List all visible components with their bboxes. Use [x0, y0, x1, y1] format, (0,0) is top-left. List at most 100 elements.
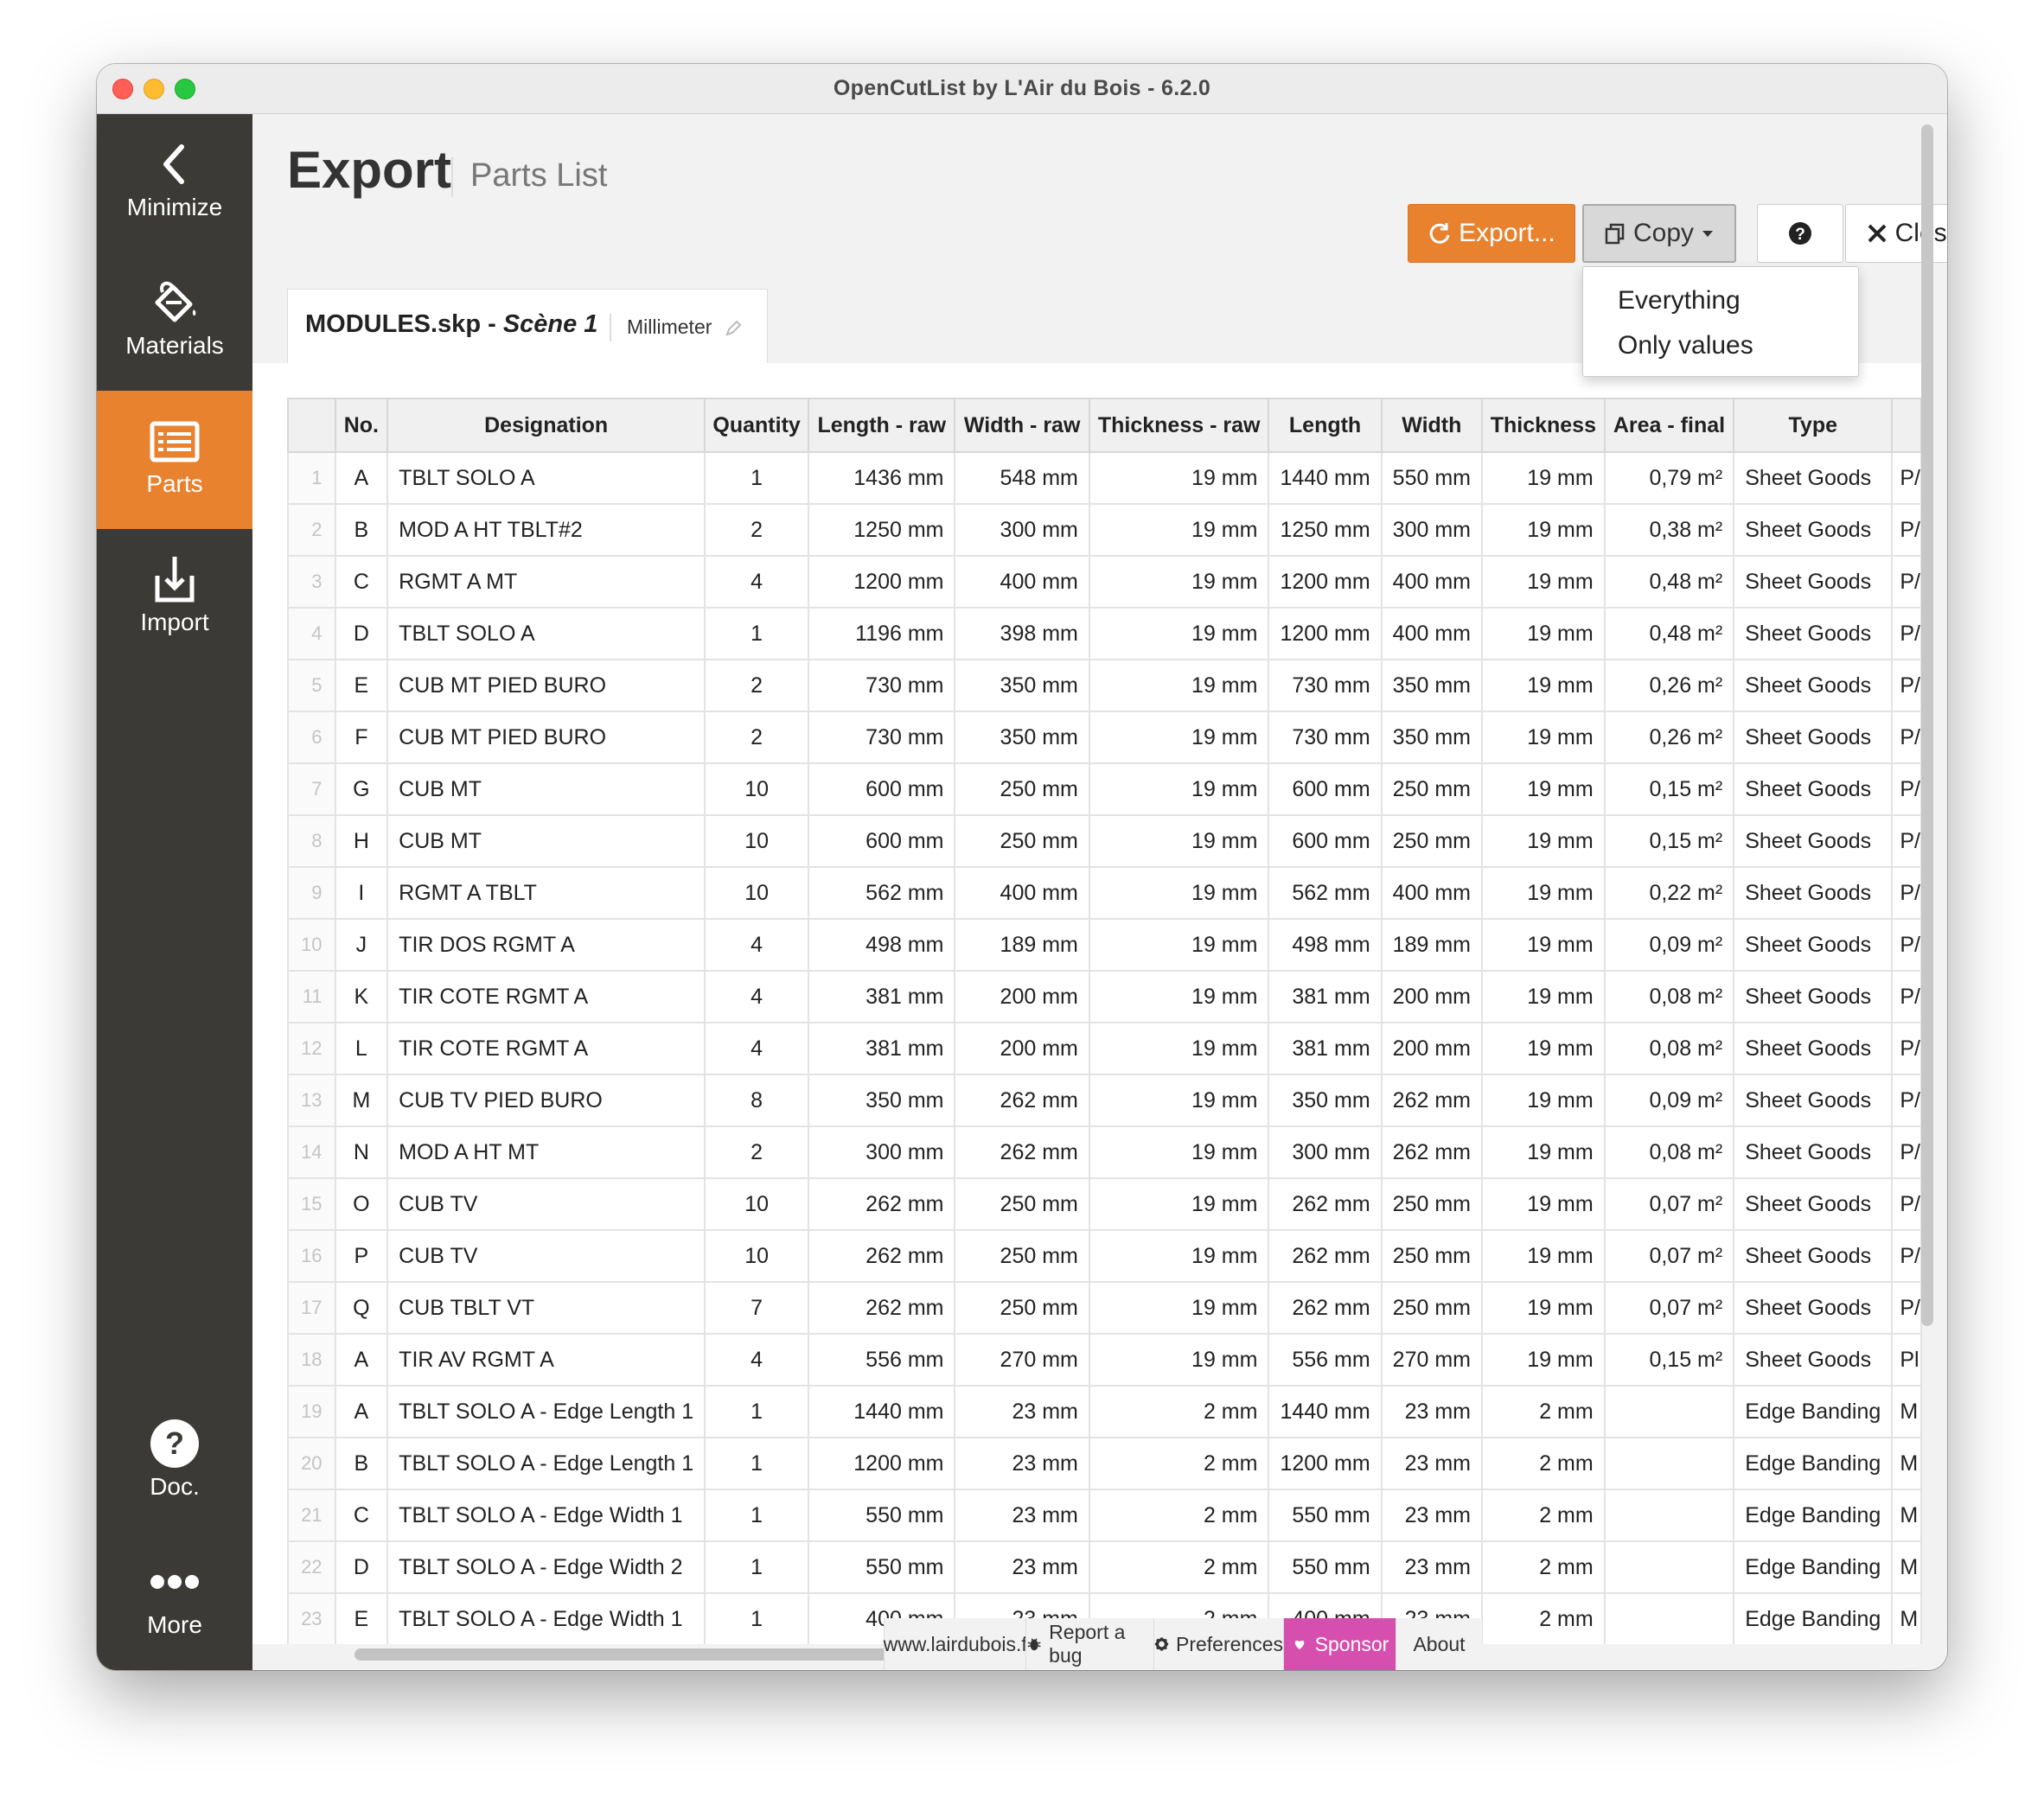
column-header[interactable]: Type: [1733, 398, 1894, 453]
title-divider: [451, 157, 453, 197]
menu-item-everything[interactable]: Everything: [1618, 286, 1741, 316]
row-number: 9: [287, 866, 336, 920]
table-row[interactable]: 14 N MOD A HT MT 2 300 mm 262 mm 19 mm 300 mm 26…: [287, 1125, 1922, 1179]
table-cell: Sheet Goods: [1733, 762, 1894, 816]
column-header[interactable]: Area - final: [1603, 398, 1735, 453]
column-header[interactable]: Thickness: [1480, 398, 1606, 453]
table-row[interactable]: 16 P CUB TV 10 262 mm 250 mm 19 mm 262 mm 250 mm…: [287, 1229, 1922, 1283]
sidebar-item-label: Import: [140, 609, 209, 635]
table-cell: 19 mm: [1480, 711, 1606, 764]
table-cell: 19 mm: [1480, 1022, 1606, 1075]
table-cell: 19 mm: [1088, 711, 1270, 764]
table-cell: 4: [704, 970, 810, 1023]
copy-button[interactable]: Copy: [1582, 204, 1736, 263]
preferences-link[interactable]: Preferences: [1153, 1618, 1283, 1670]
table-row[interactable]: 8 H CUB MT 10 600 mm 250 mm 19 mm 600 mm 250 mm 1…: [287, 814, 1922, 868]
table-cell: TBLT SOLO A - Edge Length 1: [386, 1385, 706, 1438]
pencil-icon: [725, 320, 742, 336]
table-cell: 730 mm: [1268, 711, 1383, 764]
table-cell: Sheet Goods: [1733, 814, 1894, 868]
table-cell: 10: [704, 1229, 810, 1283]
about-link[interactable]: About: [1396, 1618, 1482, 1670]
column-header[interactable]: Thickness - raw: [1088, 398, 1270, 453]
table-row[interactable]: 1 A TBLT SOLO A 1 1436 mm 548 mm 19 mm 1440 mm 5…: [287, 451, 1922, 505]
table-cell-overflow: M: [1891, 1385, 1922, 1438]
table-cell: 250 mm: [1380, 762, 1483, 816]
table-row[interactable]: 10 J TIR DOS RGMT A 4 498 mm 189 mm 19 mm 498 m…: [287, 918, 1922, 972]
table-row[interactable]: 7 G CUB MT 10 600 mm 250 mm 19 mm 600 mm 250 mm 1…: [287, 762, 1922, 816]
column-header[interactable]: Quantity: [704, 398, 810, 453]
table-row[interactable]: 11 K TIR COTE RGMT A 4 381 mm 200 mm 19 mm 381 …: [287, 970, 1922, 1023]
table-cell-overflow: M: [1891, 1437, 1922, 1490]
table-row[interactable]: 13 M CUB TV PIED BURO 8 350 mm 262 mm 19 mm 350…: [287, 1074, 1922, 1127]
table-row[interactable]: 17 Q CUB TBLT VT 7 262 mm 250 mm 19 mm 262 mm 25…: [287, 1281, 1922, 1335]
table-cell: 19 mm: [1088, 503, 1270, 557]
sidebar-item-doc[interactable]: ? Doc.: [97, 1393, 252, 1532]
sidebar-item-label: Minimize: [126, 194, 223, 220]
page-title: Export: [287, 141, 452, 199]
column-header[interactable]: No.: [334, 398, 389, 453]
row-number: 8: [287, 814, 336, 868]
column-header[interactable]: Length: [1268, 398, 1383, 453]
table-row[interactable]: 15 O CUB TV 10 262 mm 250 mm 19 mm 262 mm 250 mm…: [287, 1177, 1922, 1231]
table-cell: 23 mm: [1380, 1437, 1483, 1490]
table-row[interactable]: 19 A TBLT SOLO A - Edge Length 1 1 1440 mm 23…: [287, 1385, 1922, 1438]
table-cell-overflow: P/: [1891, 918, 1922, 972]
sidebar-item-materials[interactable]: Materials: [97, 252, 252, 391]
tab-unit: Millimeter: [627, 316, 742, 339]
help-button[interactable]: ?: [1757, 204, 1843, 263]
row-number: 18: [287, 1333, 336, 1387]
table-row[interactable]: 22 D TBLT SOLO A - Edge Width 2 1 550 mm 23 m…: [287, 1540, 1922, 1594]
table-cell: P: [334, 1229, 389, 1283]
table-cell: 1: [704, 1385, 810, 1438]
table-cell: TBLT SOLO A - Edge Length 1: [386, 1437, 706, 1490]
table-cell: 600 mm: [808, 814, 956, 868]
table-row[interactable]: 4 D TBLT SOLO A 1 1196 mm 398 mm 19 mm 1200 mm 4…: [287, 607, 1922, 660]
table-cell: 1440 mm: [1268, 1385, 1383, 1438]
table-row[interactable]: 9 I RGMT A TBLT 10 562 mm 400 mm 19 mm 562 mm 40…: [287, 866, 1922, 920]
sidebar-item-parts[interactable]: Parts: [97, 391, 252, 529]
table-cell: 200 mm: [1380, 970, 1483, 1023]
table-row[interactable]: 12 L TIR COTE RGMT A 4 381 mm 200 mm 19 mm 381 …: [287, 1022, 1922, 1075]
vertical-scrollbar[interactable]: [1921, 124, 1933, 1326]
column-header[interactable]: Designation: [386, 398, 706, 453]
sidebar-item-import[interactable]: Import: [97, 529, 252, 667]
column-header[interactable]: Length - raw: [808, 398, 956, 453]
table-cell: 250 mm: [954, 1229, 1090, 1283]
table-cell: 262 mm: [1268, 1229, 1383, 1283]
table-cell: 600 mm: [1268, 814, 1383, 868]
column-header[interactable]: Width: [1380, 398, 1483, 453]
table-cell: MOD A HT MT: [386, 1125, 706, 1179]
website-link[interactable]: www.lairdubois.fr: [884, 1618, 1033, 1670]
table-cell: 730 mm: [808, 711, 956, 764]
sponsor-button[interactable]: Sponsor: [1283, 1618, 1396, 1670]
report-bug-link[interactable]: Report a bug: [1025, 1618, 1153, 1670]
table-cell: 2: [704, 503, 810, 557]
table-row[interactable]: 3 C RGMT A MT 4 1200 mm 400 mm 19 mm 1200 mm 400…: [287, 555, 1922, 609]
table-cell: 19 mm: [1088, 1229, 1270, 1283]
table-cell: 381 mm: [1268, 1022, 1383, 1075]
row-number: 5: [287, 659, 336, 712]
table-cell: 10: [704, 1177, 810, 1231]
table-cell: 19 mm: [1088, 1022, 1270, 1075]
table-row[interactable]: 2 B MOD A HT TBLT#2 2 1250 mm 300 mm 19 mm 1250…: [287, 503, 1922, 557]
table-cell-overflow: P/: [1891, 1125, 1922, 1179]
table-row[interactable]: 5 E CUB MT PIED BURO 2 730 mm 350 mm 19 mm 730 …: [287, 659, 1922, 712]
export-button[interactable]: Export...: [1408, 204, 1575, 263]
tab-scene[interactable]: MODULES.skp - Scène 1 Millimeter: [287, 289, 768, 363]
menu-item-only-values[interactable]: Only values: [1618, 331, 1753, 360]
sidebar-item-more[interactable]: More: [97, 1532, 252, 1670]
table-cell: 262 mm: [1380, 1074, 1483, 1127]
table-row[interactable]: 18 A TIR AV RGMT A 4 556 mm 270 mm 19 mm 556 mm…: [287, 1333, 1922, 1387]
table-cell: 498 mm: [808, 918, 956, 972]
table-row[interactable]: 20 B TBLT SOLO A - Edge Length 1 1 1200 mm 23…: [287, 1437, 1922, 1490]
table-row[interactable]: 6 F CUB MT PIED BURO 2 730 mm 350 mm 19 mm 730 …: [287, 711, 1922, 764]
table-cell: 0,48 m²: [1603, 607, 1735, 660]
table-row[interactable]: 21 C TBLT SOLO A - Edge Width 1 1 550 mm 23 m…: [287, 1489, 1922, 1542]
sidebar-item-minimize[interactable]: Minimize: [97, 114, 252, 252]
table-cell: 600 mm: [1268, 762, 1383, 816]
table-cell: Edge Banding: [1733, 1540, 1894, 1594]
table-cell: 19 mm: [1088, 1281, 1270, 1335]
column-header[interactable]: Width - raw: [954, 398, 1090, 453]
table-cell: 19 mm: [1480, 451, 1606, 505]
